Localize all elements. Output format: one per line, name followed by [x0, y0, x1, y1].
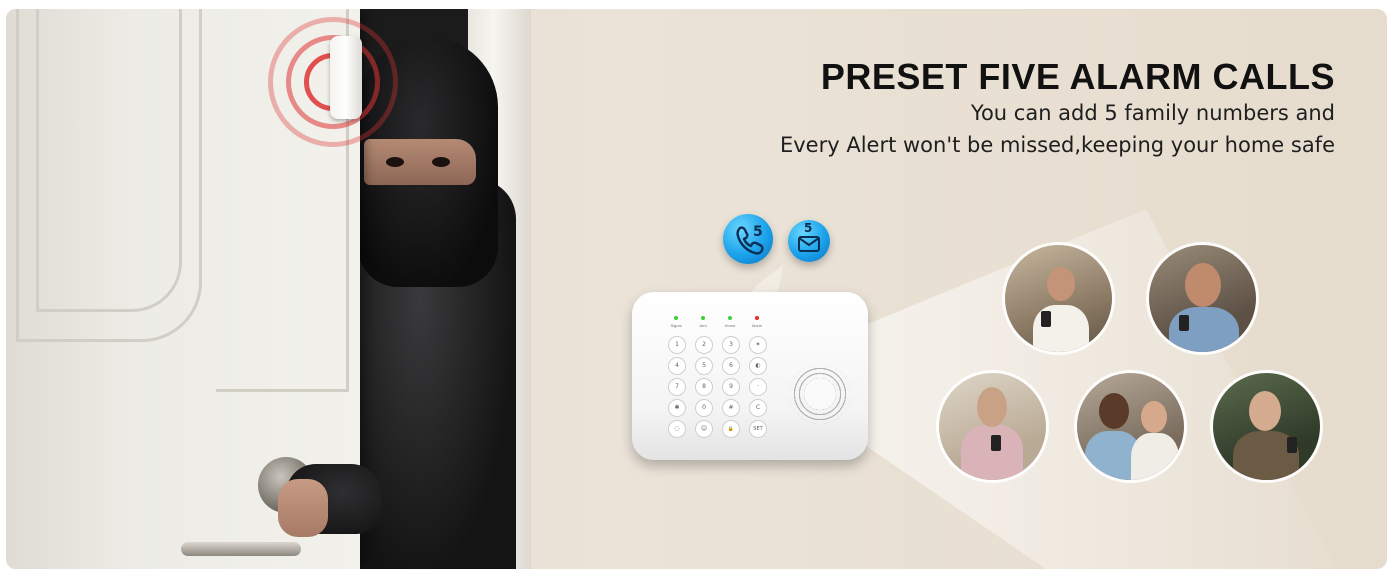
keypad-key: · — [749, 378, 767, 396]
keypad-key: ◐ — [749, 357, 767, 375]
family-member-elderly-man — [939, 373, 1046, 480]
keypad-key: 5 — [695, 357, 713, 375]
phone — [991, 435, 1001, 451]
person-body-2 — [1131, 433, 1179, 480]
indicator-label: Home — [724, 323, 736, 328]
keypad-key: 7 — [668, 378, 686, 396]
keypad-key: 3 — [722, 336, 740, 354]
phone — [1287, 437, 1297, 453]
family-member-couple — [1077, 373, 1184, 480]
keypad-key: 🔒 — [722, 420, 740, 438]
keypad-key: ◌ — [668, 420, 686, 438]
subline-1: You can add 5 family numbers and — [970, 101, 1335, 125]
keypad-key: SET — [749, 420, 767, 438]
alarm-hub: Signal Arm Home Alarm 1 2 3 ✶ 4 5 6 ◐ 7 8 9 · ✱ 0 # C ◌ ☺ 🔒 SET — [632, 292, 868, 460]
person-head — [1185, 263, 1221, 307]
person-head-2 — [1141, 401, 1167, 433]
intruder-eyes — [364, 139, 476, 185]
call-badge: 5 — [723, 214, 773, 264]
person-head — [1047, 267, 1075, 301]
family-member-woman-phone — [1005, 245, 1112, 352]
indicator-led-arm — [701, 316, 705, 320]
indicator-label: Alarm — [751, 323, 763, 328]
phone-icon — [736, 226, 764, 255]
speaker-center — [804, 378, 836, 410]
phone — [1041, 311, 1051, 327]
keypad-key: ☺ — [695, 420, 713, 438]
subline-2: Every Alert won't be missed,keeping your… — [779, 133, 1335, 157]
door-sensor — [330, 36, 362, 119]
keypad-key: C — [749, 399, 767, 417]
keypad-key: 2 — [695, 336, 713, 354]
sms-count: 5 — [804, 221, 813, 235]
phone — [1179, 315, 1189, 331]
keypad-key: # — [722, 399, 740, 417]
keypad-key: 8 — [695, 378, 713, 396]
sms-badge: 5 — [788, 220, 830, 262]
keypad-key: 9 — [722, 378, 740, 396]
keypad-key: 6 — [722, 357, 740, 375]
person-head — [977, 387, 1007, 427]
indicator-led-home — [728, 316, 732, 320]
family-member-worried-woman — [1213, 373, 1320, 480]
right-eye — [432, 157, 450, 167]
indicator-label: Signal — [670, 323, 682, 328]
person-head — [1099, 393, 1129, 429]
door-handle — [181, 542, 301, 556]
keypad-key: ✱ — [668, 399, 686, 417]
indicator-led-alarm — [755, 316, 759, 320]
headline: PRESET FIVE ALARM CALLS — [820, 56, 1335, 97]
person-head — [1249, 391, 1281, 431]
promo-banner: PRESET FIVE ALARM CALLS You can add 5 fa… — [6, 9, 1387, 569]
left-eye — [386, 157, 404, 167]
keypad-key: ✶ — [749, 336, 767, 354]
keypad-key: 0 — [695, 399, 713, 417]
door-intruder-photo — [6, 9, 531, 569]
keypad-key: 1 — [668, 336, 686, 354]
family-member-man-glasses — [1149, 245, 1256, 352]
indicator-label: Arm — [699, 323, 707, 328]
keypad-key: 4 — [668, 357, 686, 375]
indicator-led-signal — [674, 316, 678, 320]
call-count: 5 — [753, 224, 763, 240]
intruder-fingers — [278, 479, 328, 537]
person-body — [961, 425, 1023, 480]
door-panel-inner — [36, 9, 182, 312]
